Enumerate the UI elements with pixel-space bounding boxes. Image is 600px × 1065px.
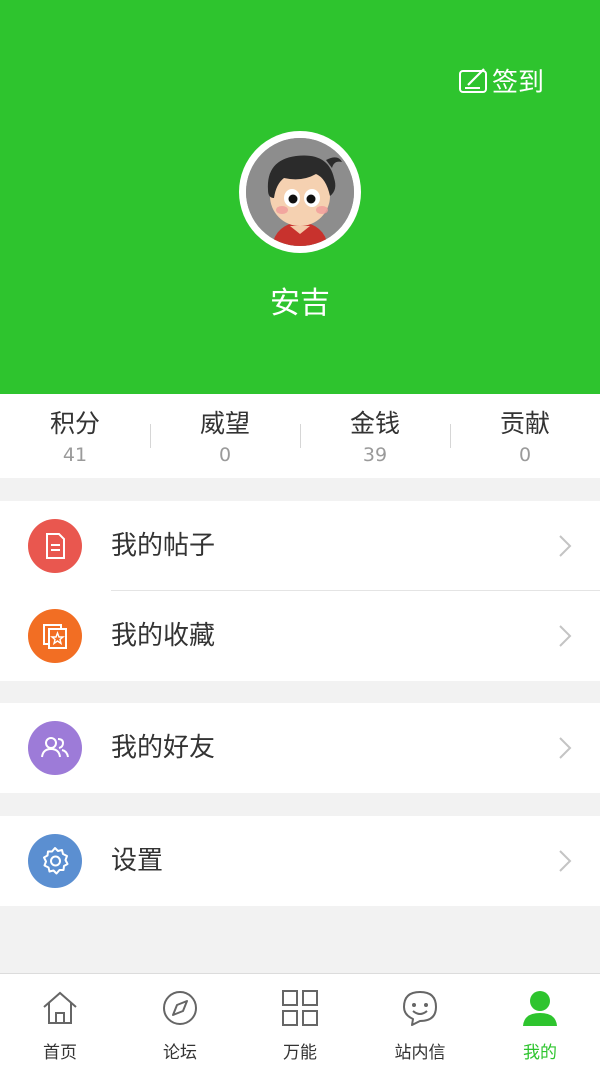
tab-label: 首页: [43, 1043, 77, 1063]
stat-value: 39: [362, 444, 388, 466]
tab-label: 站内信: [394, 1043, 446, 1063]
stat-label: 金钱: [349, 409, 400, 438]
avatar-image: [246, 138, 354, 246]
stat-label: 贡献: [499, 409, 550, 438]
home-icon: [40, 988, 80, 1028]
stat-money[interactable]: 金钱 39: [300, 394, 450, 478]
menu-item-settings[interactable]: 设置: [0, 816, 600, 906]
bottom-tab-bar: 首页 论坛 万能 站内信 我的: [0, 973, 600, 1065]
tab-utilities[interactable]: 万能: [240, 974, 360, 1065]
tab-mine[interactable]: 我的: [480, 974, 600, 1065]
menu-group-settings: 设置: [0, 816, 600, 906]
chevron-right-icon: [558, 736, 572, 764]
document-icon: [28, 519, 82, 573]
menu-item-label: 我的帖子: [111, 531, 216, 561]
menu-item-label: 设置: [111, 846, 164, 876]
person-icon: [520, 988, 560, 1028]
tab-messages[interactable]: 站内信: [360, 974, 480, 1065]
stat-prestige[interactable]: 威望 0: [150, 394, 300, 478]
stat-value: 41: [62, 444, 88, 466]
star-folder-icon: [28, 609, 82, 663]
stat-points[interactable]: 积分 41: [0, 394, 150, 478]
profile-header: 签到 安吉: [0, 0, 600, 394]
menu-item-my-posts[interactable]: 我的帖子: [0, 501, 600, 591]
stat-label: 威望: [199, 409, 250, 438]
menu-group-social: 我的好友: [0, 703, 600, 793]
menu-item-label: 我的收藏: [111, 621, 216, 651]
stat-contribution[interactable]: 贡献 0: [450, 394, 600, 478]
signin-label: 签到: [491, 68, 544, 98]
tab-home[interactable]: 首页: [0, 974, 120, 1065]
username: 安吉: [270, 286, 330, 321]
grid-icon: [280, 988, 320, 1028]
tab-label: 我的: [523, 1043, 557, 1063]
stat-value: 0: [518, 444, 532, 466]
tab-label: 论坛: [163, 1043, 197, 1063]
tab-label: 万能: [283, 1043, 317, 1063]
chevron-right-icon: [558, 624, 572, 652]
menu-item-my-favorites[interactable]: 我的收藏: [0, 591, 600, 681]
menu-item-label: 我的好友: [111, 733, 216, 763]
tab-forum[interactable]: 论坛: [120, 974, 240, 1065]
chevron-right-icon: [558, 849, 572, 877]
stat-label: 积分: [49, 409, 100, 438]
gear-icon: [28, 834, 82, 888]
stat-value: 0: [218, 444, 232, 466]
menu-item-my-friends[interactable]: 我的好友: [0, 703, 600, 793]
compass-icon: [160, 988, 200, 1028]
chat-smile-icon: [400, 988, 440, 1028]
avatar[interactable]: [239, 131, 361, 253]
menu-group-content: 我的帖子 我的收藏: [0, 501, 600, 681]
users-icon: [28, 721, 82, 775]
signin-button[interactable]: 签到: [458, 62, 544, 99]
chevron-right-icon: [558, 534, 572, 562]
edit-box-icon: [458, 67, 490, 95]
stats-bar: 积分 41 威望 0 金钱 39 贡献 0: [0, 394, 600, 478]
